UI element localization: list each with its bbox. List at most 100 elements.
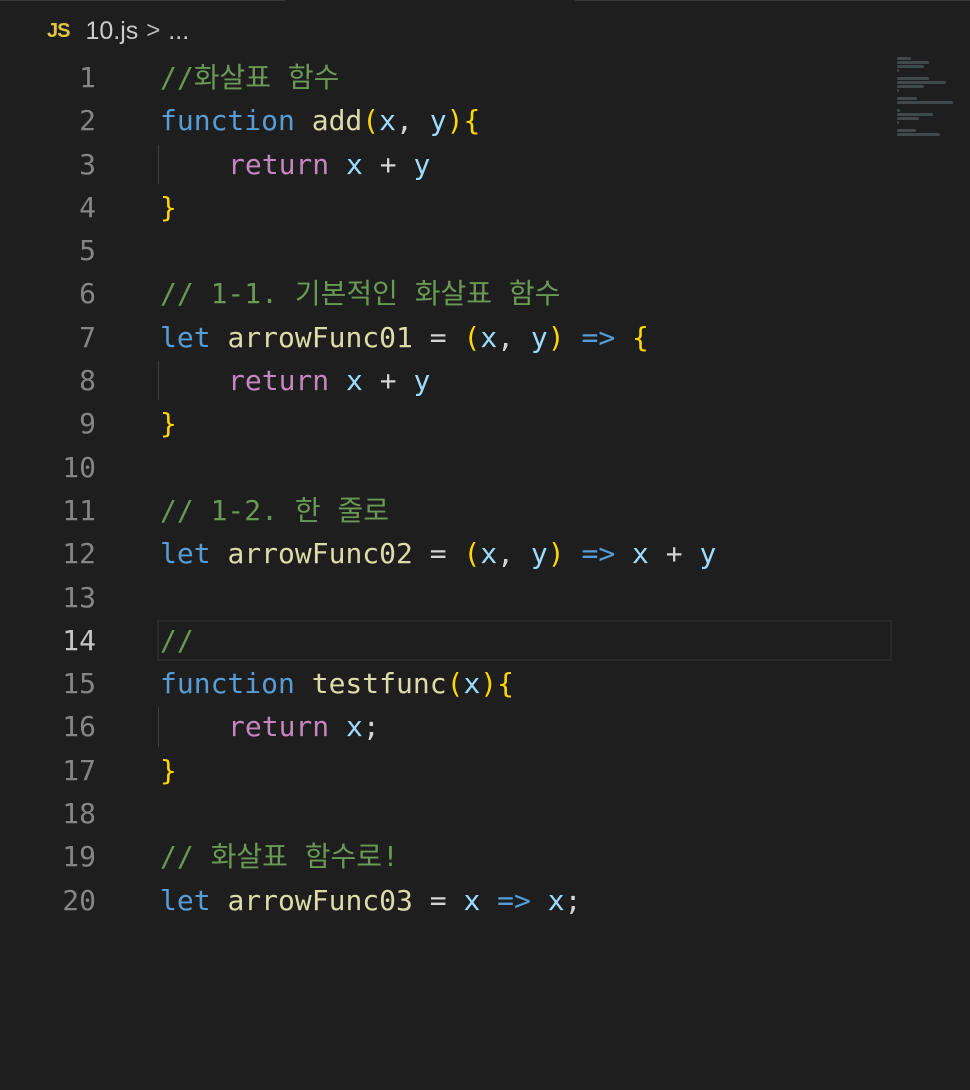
code-token: } [160,190,177,224]
code-line[interactable]: 14 // [0,619,895,662]
code-token: , [497,537,531,571]
code-token: function [160,667,295,701]
code-text: let arrowFunc01 = (x, y) => { [160,316,649,359]
minimap-line [897,101,954,104]
code-line[interactable]: 6 // 1-1. 기본적인 화살표 함수 [0,272,895,315]
line-number[interactable]: 8 [0,359,96,402]
code-editor[interactable]: 1//화살표 함수 2 function add(x, y){3 return x +… [0,56,895,922]
code-token: => [497,883,531,917]
code-token: // [160,623,194,657]
minimap-line [897,129,916,132]
code-token: => [581,320,616,354]
code-line[interactable]: 20 let arrowFunc03 = x => x; [0,879,895,922]
code-token: ) [547,320,565,354]
code-token: => [581,537,616,571]
line-number[interactable]: 15 [0,662,96,705]
indent-guide [158,707,159,747]
code-line[interactable]: 4} [0,186,895,229]
line-number[interactable]: 9 [0,402,96,445]
line-number[interactable]: 18 [0,792,96,835]
minimap-line [897,65,925,68]
code-text: let arrowFunc02 = (x, y) => x + y [160,532,716,575]
line-number[interactable]: 3 [0,143,96,186]
code-token: } [160,407,177,441]
code-text: function add(x, y){ [160,99,480,142]
line-number[interactable]: 4 [0,186,96,229]
line-number[interactable]: 10 [0,446,96,489]
code-token: let [160,883,211,917]
breadcrumb: JS 10.js > ... [47,12,189,50]
code-line[interactable]: 7 let arrowFunc01 = (x, y) => { [0,316,895,359]
code-line[interactable]: 8 return x + y [0,359,895,402]
code-token: y [413,147,431,181]
code-text: // 화살표 함수로! [160,835,399,878]
code-line[interactable]: 3 return x + y [0,143,895,186]
line-number[interactable]: 17 [0,749,96,792]
code-line[interactable]: 5 [0,229,895,272]
line-number[interactable]: 12 [0,532,96,575]
minimap-line [897,97,918,100]
line-number[interactable]: 14 [0,619,96,662]
code-token: let [160,537,211,571]
line-number[interactable]: 20 [0,879,96,922]
code-token: = [412,320,464,354]
code-text: // [160,619,194,662]
code-line[interactable]: 18 [0,792,895,835]
line-number[interactable]: 13 [0,576,96,619]
code-line[interactable]: 15 function testfunc(x){ [0,662,895,705]
code-token: y [530,320,548,354]
minimap[interactable] [897,57,957,137]
breadcrumb-file[interactable]: 10.js [85,17,138,46]
code-line[interactable]: 17} [0,749,895,792]
line-number[interactable]: 19 [0,835,96,878]
code-token: x [480,320,498,354]
code-token: x [463,883,481,917]
line-number[interactable]: 11 [0,489,96,532]
code-token: return [228,364,330,398]
code-text: //화살표 함수 [160,56,339,99]
code-line[interactable]: 13 [0,576,895,619]
code-token: } [160,753,177,787]
code-token: testfunc [311,667,447,701]
code-token: , [497,320,531,354]
code-line[interactable]: 11 // 1-2. 한 줄로 [0,489,895,532]
minimap-line [897,69,899,72]
code-text: } [160,186,177,229]
code-text: return x; [160,705,380,748]
code-token: , [396,104,430,138]
code-text: } [160,749,177,792]
code-token: return [228,147,330,181]
line-number[interactable]: 7 [0,316,96,359]
code-line[interactable]: 19 // 화살표 함수로! [0,835,895,878]
code-token: return [228,710,330,744]
line-number[interactable]: 6 [0,272,96,315]
code-token: //화살표 함수 [160,61,340,94]
code-text: let arrowFunc03 = x => x; [160,879,581,922]
code-line[interactable]: 1 //화살표 함수 [0,56,895,99]
code-line[interactable]: 12 let arrowFunc02 = (x, y) => x + y [0,532,895,575]
line-number[interactable]: 16 [0,705,96,748]
code-line[interactable]: 10 [0,446,895,489]
code-token: = [412,537,464,571]
code-line[interactable]: 9} [0,402,895,445]
line-number[interactable]: 5 [0,229,96,272]
minimap-line [897,133,940,136]
code-line[interactable]: 16 return x; [0,705,895,748]
code-token: function [160,104,295,138]
code-text: // 1-1. 기본적인 화살표 함수 [160,272,560,315]
line-number[interactable]: 1 [0,56,96,99]
code-token: y [413,364,431,398]
minimap-line [897,77,930,80]
code-line[interactable]: 2 function add(x, y){ [0,99,895,142]
breadcrumb-more[interactable]: ... [168,17,189,46]
line-number[interactable]: 2 [0,99,96,142]
